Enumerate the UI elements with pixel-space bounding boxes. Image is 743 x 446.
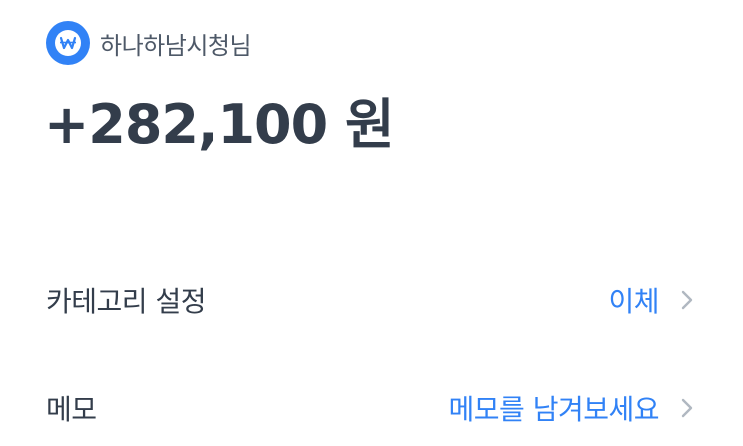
chevron-right-icon[interactable] (679, 288, 695, 312)
memo-label: 메모 (46, 393, 97, 426)
memo-placeholder[interactable]: 메모를 남겨보세요 (449, 388, 660, 428)
won-coin-icon (46, 21, 90, 65)
category-value[interactable]: 이체 (608, 280, 659, 320)
category-setting-row[interactable]: 카테고리 설정 이체 (46, 275, 695, 325)
category-setting-label: 카테고리 설정 (46, 285, 206, 318)
transaction-amount: +282,100 원 (44, 93, 395, 156)
account-header: 하나하남시청님 (46, 21, 252, 65)
memo-row[interactable]: 메모 메모를 남겨보세요 (46, 383, 695, 433)
account-name: 하나하남시청님 (100, 31, 252, 60)
chevron-right-icon[interactable] (679, 396, 695, 420)
